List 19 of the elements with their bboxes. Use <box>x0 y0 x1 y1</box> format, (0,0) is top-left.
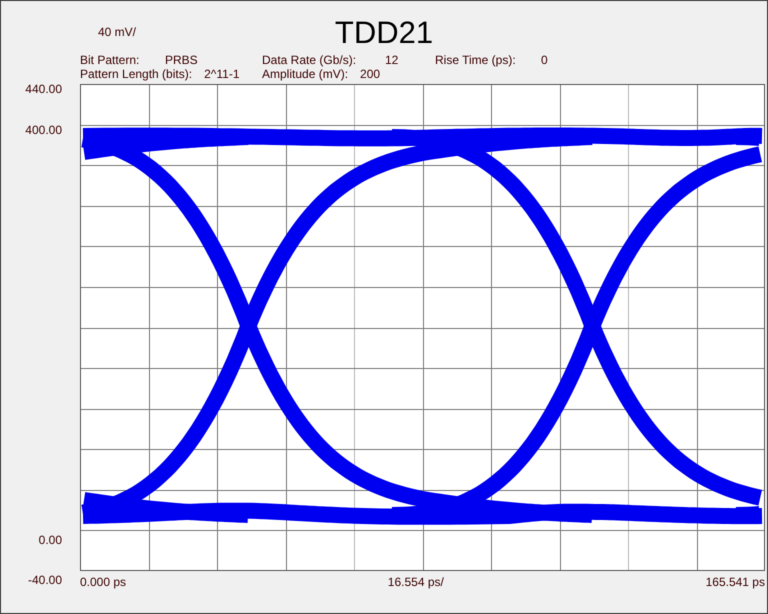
scale-label: 40 mV/ <box>97 25 136 39</box>
parameter-value: 12 <box>385 53 398 67</box>
axis-label: 0.00 <box>38 533 62 547</box>
axis-label: 440.00 <box>25 82 62 96</box>
axis-label: 400.00 <box>25 123 62 137</box>
parameter-label: Rise Time (ps): <box>435 53 517 67</box>
chart-title: TDD21 <box>334 15 434 52</box>
axis-label: 16.554 ps/ <box>388 575 444 587</box>
parameter-value: 200 <box>360 67 380 81</box>
axis-label: 0.000 ps <box>80 575 126 587</box>
parameter-value: 2^11-1 <box>204 67 240 81</box>
parameter-value: 0 <box>541 53 548 67</box>
parameter-value: PRBS <box>165 53 198 67</box>
parameter-label: Amplitude (mV): <box>262 67 348 81</box>
parameter-label: Bit Pattern: <box>80 53 140 67</box>
axis-label: -40.00 <box>28 573 62 587</box>
axis-label: 165.541 ps <box>706 575 765 587</box>
parameter-label: Data Rate (Gb/s): <box>262 53 358 67</box>
parameter-label: Pattern Length (bits): <box>80 67 192 81</box>
